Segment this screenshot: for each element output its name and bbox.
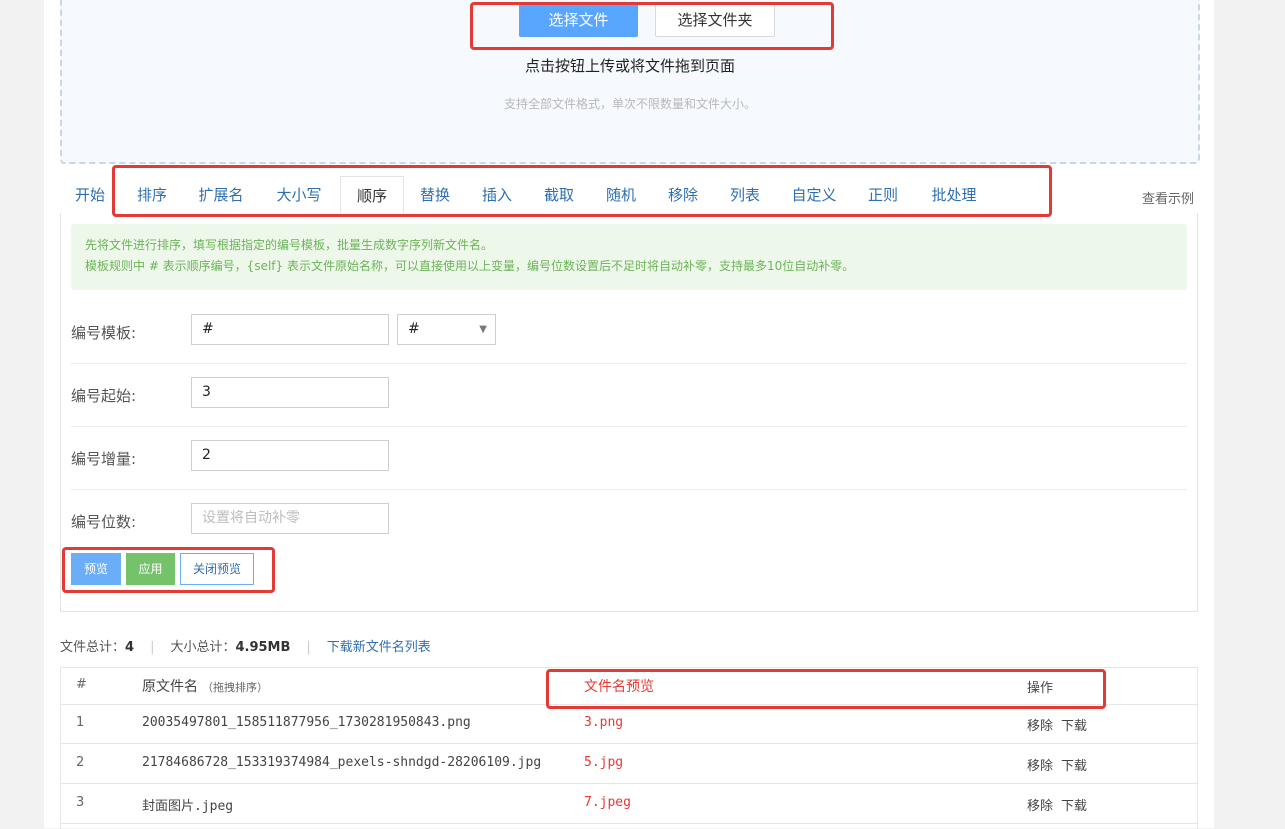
header-index: # bbox=[76, 677, 87, 692]
header-original-name: 原文件名 （拖拽排序） bbox=[142, 676, 268, 696]
template-select-value: # bbox=[408, 321, 420, 337]
row-preview-name: 3.png bbox=[584, 715, 624, 730]
tab-replace[interactable]: 替换 bbox=[406, 176, 464, 213]
row-preview-name: 5.jpg bbox=[584, 755, 624, 770]
select-folder-button[interactable]: 选择文件夹 bbox=[655, 3, 775, 37]
table-row[interactable]: 2 21784686728_153319374984_pexels-shndgd… bbox=[61, 744, 1197, 784]
row-index: 1 bbox=[76, 715, 85, 730]
notice-line-2: 模板规则中 # 表示顺序编号，{self} 表示文件原始名称，可以直接使用以上变… bbox=[85, 259, 855, 273]
table-row[interactable]: 3 封面图片.jpeg 7.jpeg 移除 下载 bbox=[61, 784, 1197, 824]
size-total-label: 大小总计： bbox=[170, 640, 236, 655]
row-original-name: 封面图片.jpeg bbox=[142, 799, 234, 814]
start-label: 编号起始: bbox=[71, 387, 137, 405]
view-example-link[interactable]: 查看示例 bbox=[1142, 188, 1194, 207]
download-link[interactable]: 下载 bbox=[1061, 759, 1087, 774]
step-input[interactable]: 2 bbox=[191, 440, 389, 471]
download-name-list-link[interactable]: 下载新文件名列表 bbox=[327, 640, 431, 655]
tab-truncate[interactable]: 截取 bbox=[530, 176, 588, 213]
select-file-button[interactable]: 选择文件 bbox=[519, 3, 638, 37]
template-label: 编号模板: bbox=[71, 324, 137, 342]
form-row-template: 编号模板: # # ▼ bbox=[71, 300, 1187, 364]
digits-label: 编号位数: bbox=[71, 513, 137, 531]
preview-button[interactable]: 预览 bbox=[71, 553, 121, 585]
upload-dropzone[interactable]: 选择文件 选择文件夹 点击按钮上传或将文件拖到页面 支持全部文件格式，单次不限数… bbox=[60, 0, 1200, 164]
tab-list[interactable]: 列表 bbox=[716, 176, 774, 213]
start-input[interactable]: 3 bbox=[191, 377, 389, 408]
row-index: 3 bbox=[76, 795, 85, 810]
tab-sequence[interactable]: 顺序 bbox=[340, 176, 404, 215]
row-original-name: 21784686728_153319374984_pexels-shndgd-2… bbox=[142, 755, 542, 770]
row-operations: 移除 下载 bbox=[1027, 715, 1095, 734]
page-container: 选择文件 选择文件夹 点击按钮上传或将文件拖到页面 支持全部文件格式，单次不限数… bbox=[44, 0, 1214, 829]
header-original-label: 原文件名 bbox=[142, 679, 198, 695]
tab-insert[interactable]: 插入 bbox=[468, 176, 526, 213]
rename-mode-tabs: 开始 排序 扩展名 大小写 顺序 替换 插入 截取 随机 移除 列表 自定义 正… bbox=[60, 176, 1198, 215]
form-row-start: 编号起始: 3 bbox=[71, 363, 1187, 427]
download-link[interactable]: 下载 bbox=[1061, 719, 1087, 734]
tab-start[interactable]: 开始 bbox=[60, 176, 120, 213]
tab-batch[interactable]: 批处理 bbox=[918, 176, 990, 213]
remove-link[interactable]: 移除 bbox=[1027, 759, 1053, 774]
template-variable-select[interactable]: # ▼ bbox=[397, 314, 496, 345]
remove-link[interactable]: 移除 bbox=[1027, 719, 1053, 734]
template-input[interactable]: # bbox=[191, 314, 389, 345]
tab-extension[interactable]: 扩展名 bbox=[186, 176, 256, 213]
instructions-notice: 先将文件进行排序，填写根据指定的编号模板，批量生成数字序列新文件名。 模板规则中… bbox=[71, 224, 1187, 290]
row-preview-name: 7.jpeg bbox=[584, 795, 631, 810]
file-table: # 原文件名 （拖拽排序） 文件名预览 操作 1 20035497801_1585… bbox=[60, 667, 1198, 829]
apply-button[interactable]: 应用 bbox=[126, 553, 175, 585]
upload-title: 点击按钮上传或将文件拖到页面 bbox=[524, 57, 735, 75]
table-row[interactable]: 1 20035497801_158511877956_1730281950843… bbox=[61, 704, 1197, 744]
form-row-step: 编号增量: 2 bbox=[71, 426, 1187, 490]
divider: | bbox=[306, 640, 311, 655]
tab-custom[interactable]: 自定义 bbox=[780, 176, 848, 213]
header-drag-sort-hint: （拖拽排序） bbox=[202, 681, 268, 694]
caret-down-icon: ▼ bbox=[479, 324, 487, 335]
file-total-label: 文件总计： bbox=[60, 640, 126, 655]
upload-hint: 支持全部文件格式，单次不限数量和文件大小。 bbox=[503, 97, 756, 111]
row-original-name: 20035497801_158511877956_1730281950843.p… bbox=[142, 715, 471, 730]
size-total-value: 4.95MB bbox=[235, 640, 291, 655]
close-preview-button[interactable]: 关闭预览 bbox=[180, 553, 254, 585]
row-index: 2 bbox=[76, 755, 85, 770]
header-operations: 操作 bbox=[1027, 681, 1054, 696]
file-stats: 文件总计：4 | 大小总计：4.95MB | 下载新文件名列表 bbox=[60, 636, 431, 656]
tab-sort[interactable]: 排序 bbox=[122, 176, 182, 213]
digits-input[interactable]: 设置将自动补零 bbox=[191, 503, 389, 534]
table-header: # 原文件名 （拖拽排序） 文件名预览 操作 bbox=[61, 668, 1197, 705]
tab-case[interactable]: 大小写 bbox=[264, 176, 334, 213]
tab-random[interactable]: 随机 bbox=[592, 176, 650, 213]
header-preview-name: 文件名预览 bbox=[584, 679, 654, 695]
tab-regex[interactable]: 正则 bbox=[854, 176, 912, 213]
tab-remove[interactable]: 移除 bbox=[654, 176, 712, 213]
row-operations: 移除 下载 bbox=[1027, 795, 1095, 814]
notice-line-1: 先将文件进行排序，填写根据指定的编号模板，批量生成数字序列新文件名。 bbox=[85, 238, 494, 252]
form-row-digits: 编号位数: 设置将自动补零 bbox=[71, 489, 1187, 552]
divider: | bbox=[150, 640, 155, 655]
remove-link[interactable]: 移除 bbox=[1027, 799, 1053, 814]
file-total-value: 4 bbox=[125, 640, 135, 655]
step-label: 编号增量: bbox=[71, 450, 137, 468]
download-link[interactable]: 下载 bbox=[1061, 799, 1087, 814]
row-operations: 移除 下载 bbox=[1027, 755, 1095, 774]
sequence-panel: 先将文件进行排序，填写根据指定的编号模板，批量生成数字序列新文件名。 模板规则中… bbox=[60, 213, 1198, 612]
